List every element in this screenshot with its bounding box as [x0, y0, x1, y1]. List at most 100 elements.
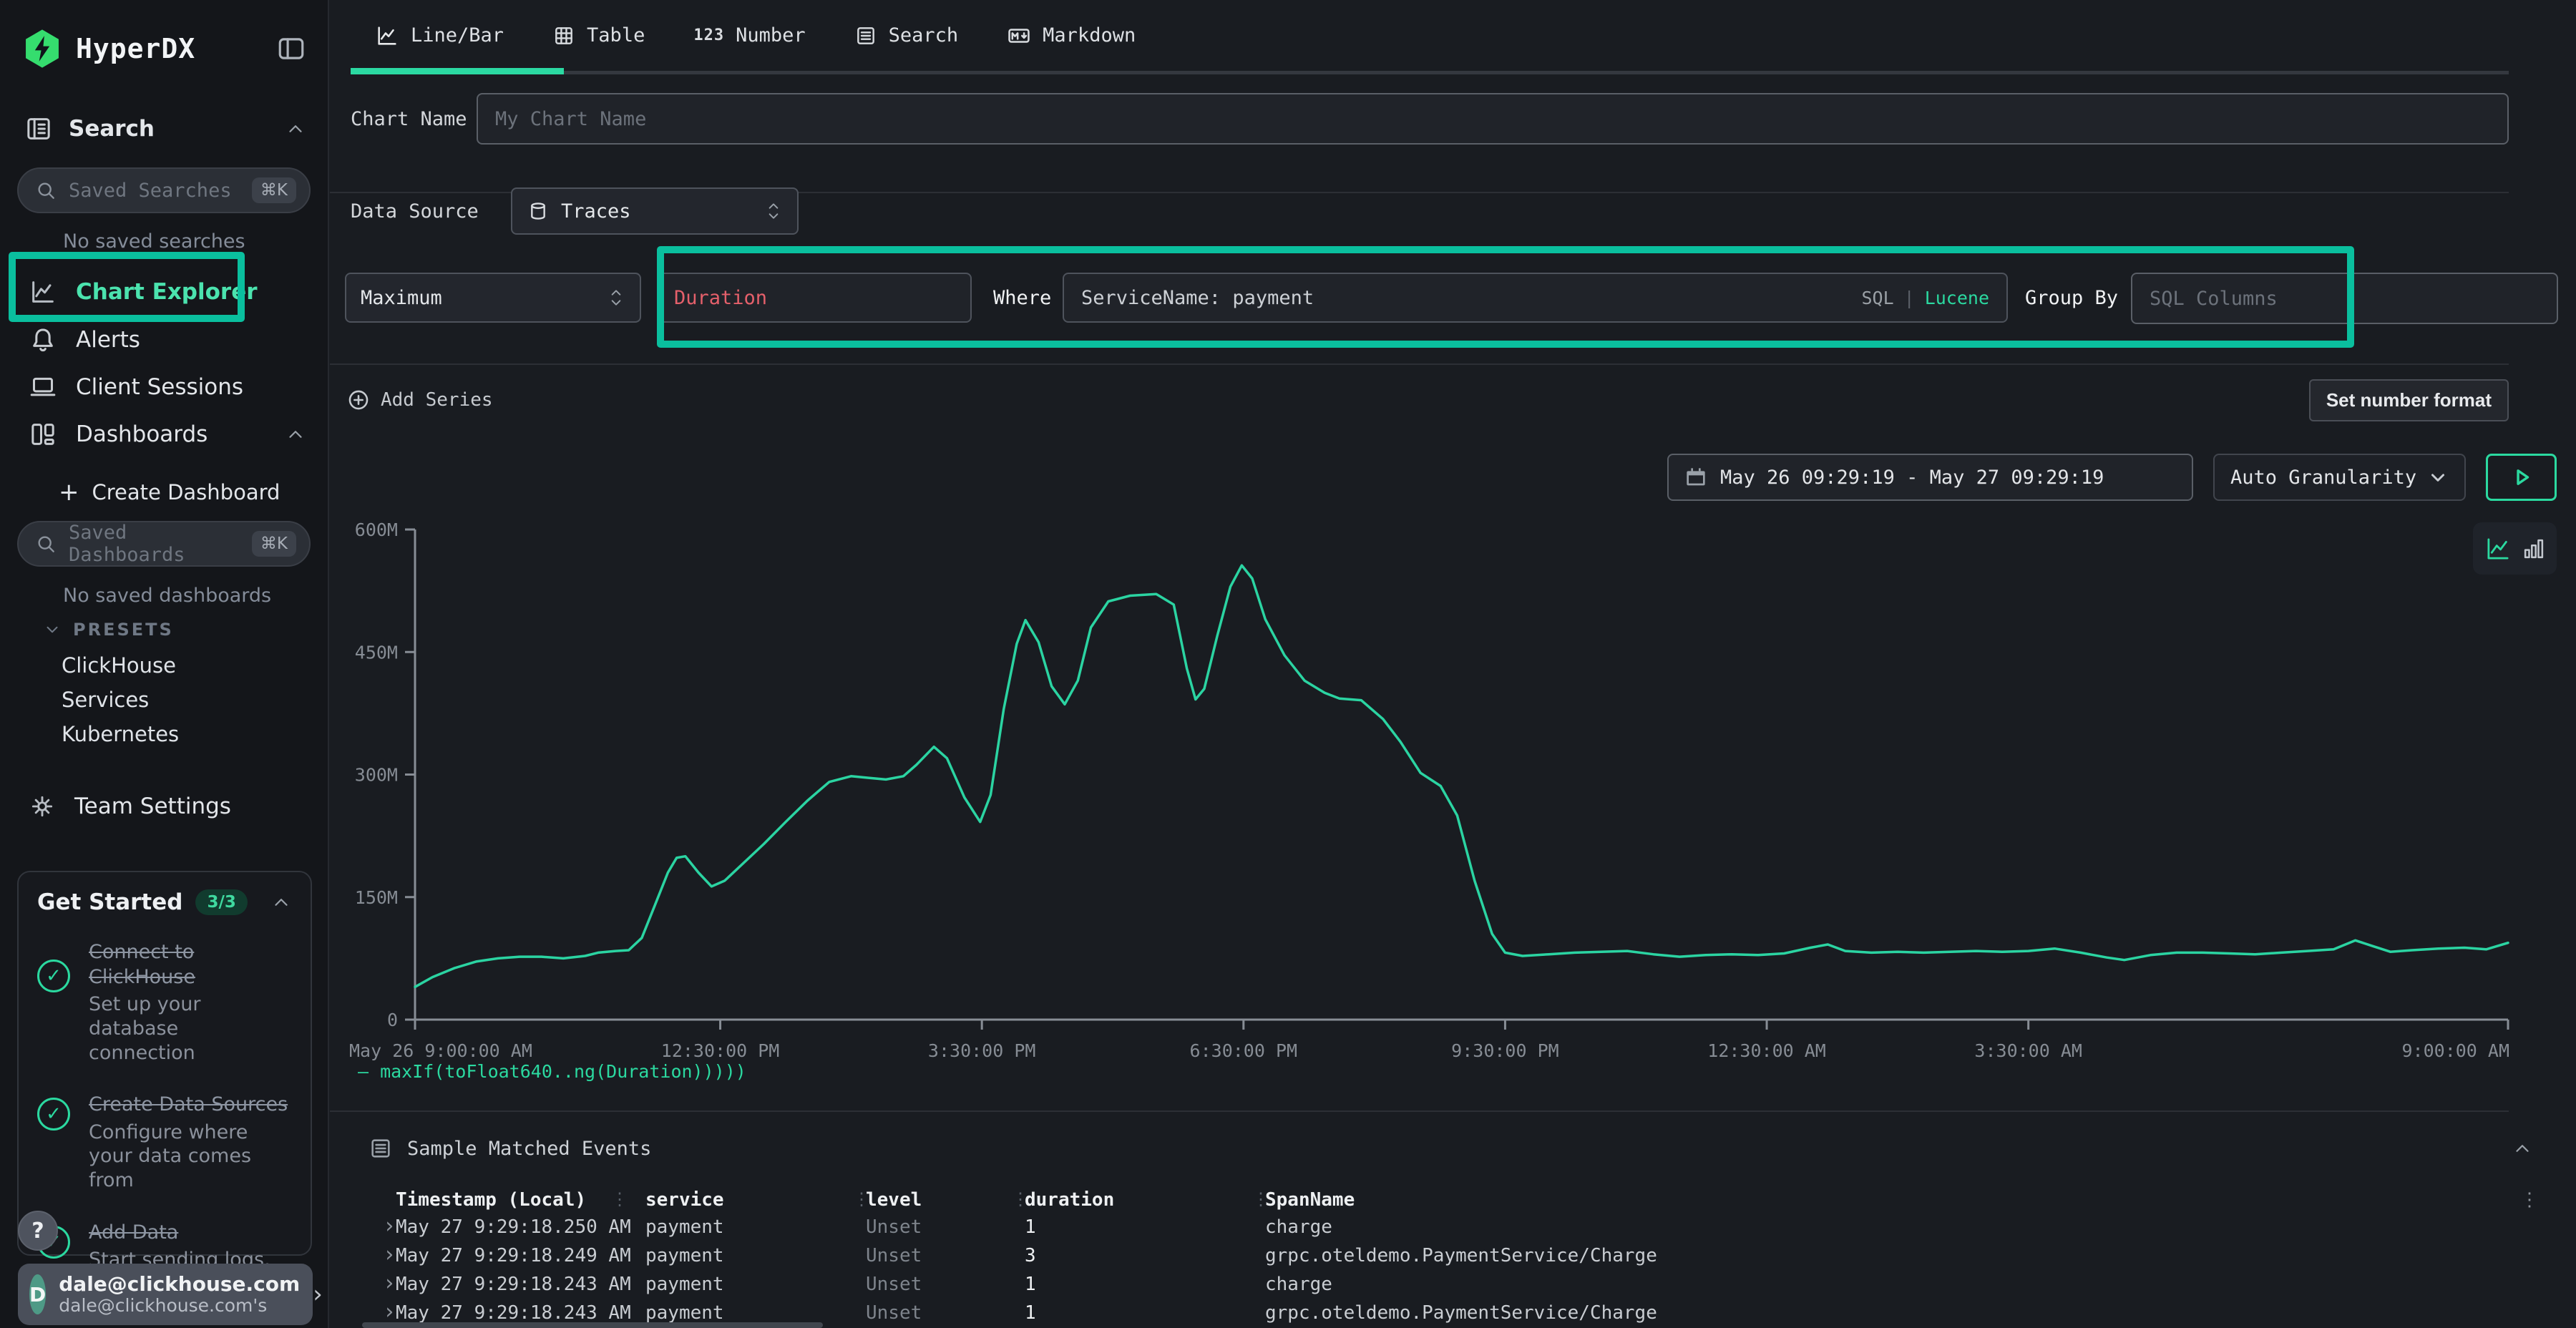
cell-level: Unset	[866, 1216, 922, 1238]
date-range-input[interactable]: May 26 09:29:19 - May 27 09:29:19	[1667, 454, 2193, 501]
sidebar-item-client-sessions[interactable]: Client Sessions	[29, 373, 306, 401]
svg-text:3:30:00 PM: 3:30:00 PM	[928, 1040, 1036, 1061]
shortcut-badge: ⌘K	[252, 531, 296, 557]
check-circle-icon: ✓	[37, 960, 70, 992]
checklist-item-datasources[interactable]: ✓ Create Data Sources Configure where yo…	[37, 1092, 292, 1192]
tab-markdown[interactable]: Markdown	[982, 0, 1160, 71]
chevron-up-icon[interactable]	[270, 892, 292, 913]
tab-label: Line/Bar	[411, 24, 504, 47]
column-header-level[interactable]: level	[866, 1189, 922, 1211]
chart-name-input[interactable]	[477, 93, 2509, 145]
sidebar-item-dashboards[interactable]: Dashboards	[29, 420, 306, 449]
where-filter-input[interactable]: ServiceName: payment SQL | Lucene	[1063, 273, 2008, 323]
preset-kubernetes-link[interactable]: Kubernetes	[62, 722, 179, 746]
sidebar: HyperDX Search Saved Searches ⌘K No save…	[0, 0, 329, 1328]
cell-spanname: grpc.oteldemo.PaymentService/Charge	[1265, 1302, 1657, 1324]
main-content: Line/Bar Table 123 Number Search	[329, 0, 2576, 1328]
checklist-item-title: Add Data	[89, 1220, 296, 1245]
dashboards-icon	[29, 420, 57, 449]
presets-section-toggle[interactable]: PRESETS	[43, 620, 174, 640]
saved-searches-input[interactable]: Saved Searches ⌘K	[17, 167, 311, 213]
lucene-toggle-button[interactable]: Lucene	[1925, 288, 1989, 308]
sidebar-item-alerts[interactable]: Alerts	[29, 326, 306, 354]
query-language-toggle: SQL | Lucene	[1861, 288, 1989, 308]
group-by-input[interactable]	[2131, 273, 2558, 324]
svg-text:6:30:00 PM: 6:30:00 PM	[1190, 1040, 1298, 1061]
calendar-icon	[1684, 466, 1707, 489]
tab-table[interactable]: Table	[528, 0, 669, 71]
column-header-service[interactable]: service	[645, 1189, 724, 1211]
shortcut-badge: ⌘K	[252, 177, 296, 203]
chart-type-tabs: Line/Bar Table 123 Number Search	[351, 0, 2509, 74]
column-header-duration[interactable]: duration	[1025, 1189, 1114, 1211]
divider	[330, 1110, 2509, 1112]
cell-duration: 1	[1025, 1216, 1036, 1238]
table-row[interactable]: › May 27 9:29:18.249 AM payment Unset 3 …	[329, 1245, 2576, 1274]
gear-icon	[29, 793, 56, 820]
row-expand-icon[interactable]: ›	[383, 1214, 396, 1239]
presets-label: PRESETS	[73, 620, 174, 640]
metric-field-input[interactable]: Duration	[657, 273, 972, 323]
run-query-button[interactable]	[2486, 454, 2557, 501]
bar-chart-toggle-icon[interactable]	[2520, 535, 2547, 562]
preset-clickhouse-link[interactable]: ClickHouse	[62, 653, 176, 678]
get-started-progress-badge: 3/3	[195, 889, 247, 915]
preset-services-link[interactable]: Services	[62, 688, 149, 712]
column-header-timestamp[interactable]: Timestamp (Local)	[396, 1189, 586, 1211]
help-button[interactable]: ?	[18, 1211, 58, 1251]
sidebar-collapse-icon[interactable]	[275, 34, 308, 64]
avatar: D	[29, 1274, 46, 1314]
saved-dashboards-input[interactable]: Saved Dashboards ⌘K	[17, 521, 311, 567]
add-series-label: Add Series	[381, 389, 493, 411]
svg-text:600M: 600M	[355, 519, 398, 540]
cell-spanname: grpc.oteldemo.PaymentService/Charge	[1265, 1245, 1657, 1266]
chevron-up-icon[interactable]	[285, 118, 306, 140]
column-grip-icon[interactable]: ⋮	[611, 1189, 628, 1209]
cell-duration: 1	[1025, 1274, 1036, 1295]
checklist-item-connect[interactable]: ✓ Connect to ClickHouse Set up your data…	[37, 939, 292, 1065]
legend-label: maxIf(toFloat640..ng(Duration)))))	[380, 1061, 746, 1082]
checklist-item-title: Create Data Sources	[89, 1092, 296, 1117]
sidebar-item-chart-explorer[interactable]: Chart Explorer	[29, 278, 306, 306]
tab-search[interactable]: Search	[830, 0, 983, 71]
active-tab-underline	[351, 68, 564, 74]
data-source-row: Data Source Traces	[351, 187, 799, 235]
sql-toggle-button[interactable]: SQL	[1861, 288, 1893, 308]
create-dashboard-label: Create Dashboard	[92, 480, 280, 504]
set-number-format-button[interactable]: Set number format	[2309, 379, 2509, 421]
table-menu-icon[interactable]: ⋮	[2520, 1189, 2539, 1211]
collapse-section-icon[interactable]	[2512, 1138, 2533, 1159]
user-menu[interactable]: D dale@clickhouse.com dale@clickhouse.co…	[18, 1264, 313, 1325]
table-row[interactable]: › May 27 9:29:18.243 AM payment Unset 1 …	[329, 1274, 2576, 1302]
select-updown-icon	[607, 287, 625, 308]
create-dashboard-button[interactable]: + Create Dashboard	[59, 478, 306, 507]
sidebar-item-team-settings[interactable]: Team Settings	[29, 793, 306, 820]
svg-text:May 26 9:00:00 AM: May 26 9:00:00 AM	[349, 1040, 532, 1061]
hyperdx-logo-icon	[21, 28, 63, 69]
select-updown-icon	[764, 200, 783, 222]
add-series-button[interactable]: Add Series	[346, 388, 493, 412]
sample-events-header[interactable]: Sample Matched Events	[369, 1136, 2533, 1161]
svg-text:3:30:00 AM: 3:30:00 AM	[1974, 1040, 2082, 1061]
column-header-spanname[interactable]: SpanName	[1265, 1189, 1355, 1211]
row-expand-icon[interactable]: ›	[383, 1299, 396, 1324]
chevron-up-icon[interactable]	[285, 424, 306, 445]
sidebar-item-search[interactable]: Search	[24, 114, 306, 143]
row-expand-icon[interactable]: ›	[383, 1271, 396, 1296]
row-expand-icon[interactable]: ›	[383, 1242, 396, 1267]
aggregation-select[interactable]: Maximum	[345, 273, 641, 323]
where-label: Where	[993, 273, 1051, 323]
horizontal-scrollbar[interactable]	[362, 1322, 823, 1328]
granularity-select[interactable]: Auto Granularity	[2213, 454, 2466, 501]
tab-label: Markdown	[1043, 24, 1136, 47]
no-saved-searches-text: No saved searches	[63, 230, 245, 253]
timeseries-chart[interactable]: 0150M300M450M600M12:30:00 PM3:30:00 PM6:…	[336, 497, 2512, 1063]
data-source-select[interactable]: Traces	[511, 187, 799, 235]
table-row[interactable]: › May 27 9:29:18.250 AM payment Unset 1 …	[329, 1216, 2576, 1245]
tab-line-bar[interactable]: Line/Bar	[351, 0, 528, 71]
cell-spanname: charge	[1265, 1274, 1332, 1295]
get-started-card: Get Started 3/3 ✓ Connect to ClickHouse …	[17, 871, 312, 1256]
cell-service: payment	[645, 1216, 724, 1238]
tab-number[interactable]: 123 Number	[669, 0, 829, 71]
toggle-separator: |	[1904, 288, 1915, 308]
